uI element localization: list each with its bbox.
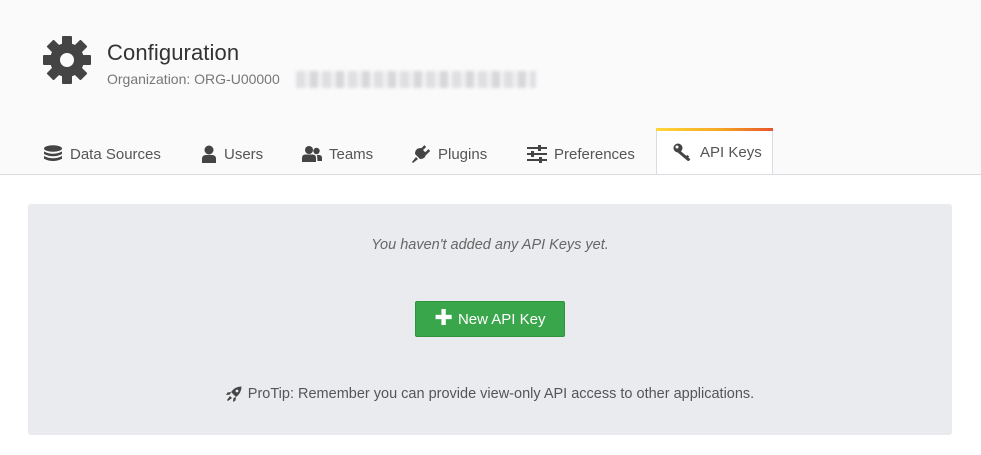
protip: ProTip: Remember you can provide view-on… — [28, 386, 952, 402]
tab-label: Users — [224, 145, 264, 163]
new-api-key-button-label: New API Key — [457, 310, 546, 328]
sliders-icon — [527, 145, 547, 163]
empty-state-message: You haven't added any API Keys yet. — [371, 237, 609, 253]
page-header: Configuration Organization: ORG-U00000 D… — [0, 0, 981, 176]
tab-api-keys[interactable]: API Keys — [656, 128, 773, 176]
plug-icon — [412, 145, 431, 163]
database-icon — [44, 145, 62, 162]
tab-label: Data Sources — [70, 145, 161, 163]
user-icon — [202, 145, 216, 163]
tab-teams[interactable]: Teams — [302, 133, 373, 175]
organization-label: Organization: ORG-U00000 — [107, 71, 280, 87]
tab-data-sources[interactable]: Data Sources — [43, 133, 161, 175]
tab-plugins[interactable]: Plugins — [411, 133, 487, 175]
main-content: You haven't added any API Keys yet. ✚ Ne… — [0, 175, 981, 455]
tab-label: Teams — [329, 145, 374, 163]
key-icon — [673, 143, 691, 161]
page-title: Configuration — [107, 40, 240, 65]
protip-text: ProTip: Remember you can provide view-on… — [247, 386, 755, 402]
tab-preferences[interactable]: Preferences — [527, 133, 635, 175]
tab-users[interactable]: Users — [201, 133, 263, 175]
plus-icon: ✚ — [434, 305, 453, 330]
users-icon — [302, 146, 322, 162]
rocket-icon — [225, 386, 242, 402]
new-api-key-button[interactable]: ✚ New API Key — [415, 301, 565, 337]
empty-state-panel: You haven't added any API Keys yet. ✚ Ne… — [28, 204, 952, 435]
gear-icon — [43, 36, 91, 84]
tab-label: API Keys — [700, 143, 762, 161]
redacted-org-id — [296, 71, 536, 88]
tab-label: Plugins — [438, 145, 488, 163]
tab-label: Preferences — [554, 145, 635, 163]
